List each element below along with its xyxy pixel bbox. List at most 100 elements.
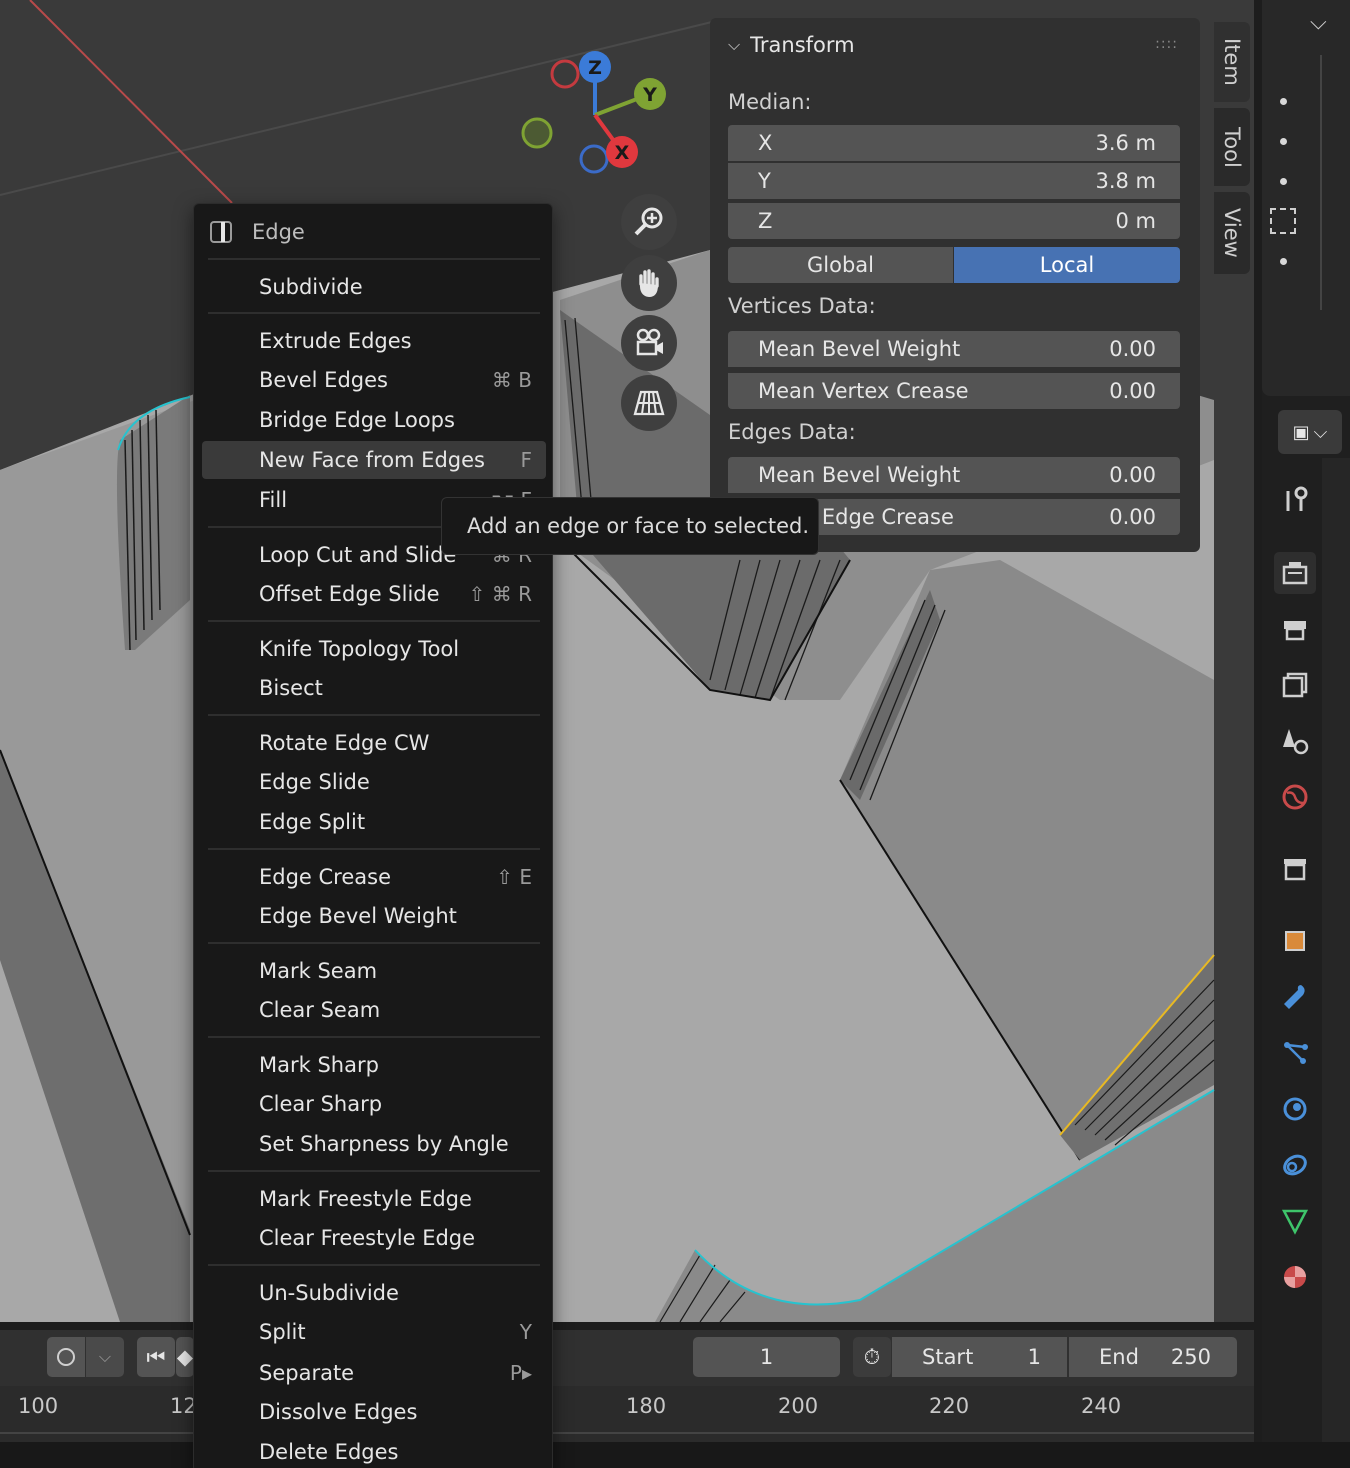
menu-item-shortcut: ⌘ B <box>491 368 532 392</box>
ruler-tick-label: 200 <box>778 1394 819 1418</box>
menu-item-mark-seam[interactable]: Mark Seam <box>202 952 546 990</box>
menu-separator <box>208 620 540 622</box>
tab-label: Tool <box>1220 126 1244 168</box>
field-label: Mean Bevel Weight <box>758 463 961 487</box>
edge-icon <box>210 221 232 243</box>
menu-item-label: Delete Edges <box>259 1440 399 1464</box>
jump-start-icon[interactable]: ⏮ <box>137 1337 175 1377</box>
median-x-field[interactable]: X 3.6 m <box>728 125 1180 161</box>
pan-hand-icon[interactable] <box>621 255 677 311</box>
menu-item-shortcut: F <box>520 448 532 472</box>
field-label: End <box>1099 1345 1139 1369</box>
menu-item-offset-edge-slide[interactable]: Offset Edge Slide ⇧ ⌘ R <box>202 575 546 613</box>
menu-item-new-face-from-edges[interactable]: New Face from Edges F <box>202 441 546 479</box>
menu-item-label: Rotate Edge CW <box>259 731 430 755</box>
menu-item-separate[interactable]: Separate P▸ <box>202 1354 546 1392</box>
menu-item-label: Dissolve Edges <box>259 1400 418 1424</box>
stopwatch-icon[interactable]: ⏱ <box>853 1337 891 1377</box>
object-icon[interactable] <box>1274 920 1316 962</box>
field-value: 1 <box>1027 1345 1041 1369</box>
mesh-select-icon[interactable] <box>1270 208 1296 234</box>
end-frame-field[interactable]: End 250 <box>1069 1337 1237 1377</box>
menu-item-knife-topology-tool[interactable]: Knife Topology Tool <box>202 630 546 668</box>
chevron-down-icon[interactable]: ⌵ <box>1310 10 1327 35</box>
constraint-icon[interactable] <box>1274 1144 1316 1186</box>
transform-panel-header[interactable]: ⌵ Transform <box>728 28 855 62</box>
vertex-mean-crease-field[interactable]: Mean Vertex Crease 0.00 <box>728 373 1180 409</box>
vertices-data-label: Vertices Data: <box>728 294 876 318</box>
tab-tool[interactable]: Tool <box>1214 108 1250 186</box>
properties-scroll-area[interactable] <box>1322 458 1350 1442</box>
menu-item-extrude-edges[interactable]: Extrude Edges <box>202 322 546 360</box>
menu-item-bisect[interactable]: Bisect <box>202 669 546 707</box>
navigation-gizmo[interactable]: Z Y X <box>510 40 680 190</box>
menu-item-label: Clear Seam <box>259 998 381 1022</box>
tab-view[interactable]: View <box>1214 192 1250 274</box>
menu-separator <box>208 312 540 314</box>
global-toggle-button[interactable]: Global <box>728 247 953 283</box>
collection-icon[interactable] <box>1274 848 1316 890</box>
render-icon[interactable] <box>1274 552 1316 594</box>
outliner-area <box>1262 0 1350 396</box>
material-icon[interactable] <box>1274 1256 1316 1298</box>
menu-item-label: Bevel Edges <box>259 368 388 392</box>
field-value: 3.6 m <box>1095 131 1156 155</box>
chevron-down-icon[interactable]: ⌵ <box>86 1337 124 1377</box>
tool-icon[interactable] <box>1274 480 1316 522</box>
field-label: Mean Vertex Crease <box>758 379 969 403</box>
menu-item-edge-bevel-weight[interactable]: Edge Bevel Weight <box>202 897 546 935</box>
mesh-data-icon[interactable] <box>1274 1200 1316 1242</box>
median-label: Median: <box>728 90 812 114</box>
menu-item-clear-seam[interactable]: Clear Seam <box>202 991 546 1029</box>
menu-item-subdivide[interactable]: Subdivide <box>202 268 546 306</box>
drag-handle-icon[interactable]: :::: <box>1155 36 1178 52</box>
field-value: 0 m <box>1115 209 1157 233</box>
outliner-scrollbar[interactable] <box>1320 55 1322 310</box>
tab-item[interactable]: Item <box>1214 22 1250 102</box>
editor-type-dropdown[interactable]: ▣ ⌵ <box>1278 410 1342 454</box>
physics-icon[interactable] <box>1274 1088 1316 1130</box>
current-frame-field[interactable]: 1 <box>693 1337 840 1377</box>
modifier-wrench-icon[interactable] <box>1274 976 1316 1018</box>
particles-icon[interactable] <box>1274 1032 1316 1074</box>
view-layer-icon[interactable] <box>1274 664 1316 706</box>
menu-item-split[interactable]: Split Y <box>202 1313 546 1351</box>
menu-item-shortcut: ⇧ E <box>496 865 532 889</box>
world-icon[interactable] <box>1274 776 1316 818</box>
menu-item-clear-freestyle-edge[interactable]: Clear Freestyle Edge <box>202 1219 546 1257</box>
output-icon[interactable] <box>1274 608 1316 650</box>
edge-mean-bevel-weight-field[interactable]: Mean Bevel Weight 0.00 <box>728 457 1180 493</box>
menu-item-rotate-edge-cw[interactable]: Rotate Edge CW <box>202 724 546 762</box>
menu-item-edge-slide[interactable]: Edge Slide <box>202 763 546 801</box>
zoom-icon[interactable] <box>621 194 677 250</box>
scene-icon[interactable] <box>1274 720 1316 762</box>
menu-item-clear-sharp[interactable]: Clear Sharp <box>202 1085 546 1123</box>
camera-view-icon[interactable] <box>621 315 677 371</box>
record-circle-icon[interactable] <box>47 1337 85 1377</box>
menu-item-mark-freestyle-edge[interactable]: Mark Freestyle Edge <box>202 1180 546 1218</box>
vertex-mean-bevel-weight-field[interactable]: Mean Bevel Weight 0.00 <box>728 331 1180 367</box>
menu-item-edge-crease[interactable]: Edge Crease ⇧ E <box>202 858 546 896</box>
timeline-scrollbar[interactable] <box>0 1432 1254 1434</box>
local-toggle-button[interactable]: Local <box>954 247 1180 283</box>
menu-item-bridge-edge-loops[interactable]: Bridge Edge Loops <box>202 401 546 439</box>
menu-separator <box>208 1036 540 1038</box>
menu-item-mark-sharp[interactable]: Mark Sharp <box>202 1046 546 1084</box>
menu-item-bevel-edges[interactable]: Bevel Edges ⌘ B <box>202 361 546 399</box>
tooltip: Add an edge or face to selected. <box>441 497 819 555</box>
prev-keyframe-icon[interactable]: ◆ <box>176 1337 194 1377</box>
median-z-field[interactable]: Z 0 m <box>728 203 1180 239</box>
menu-item-un-subdivide[interactable]: Un-Subdivide <box>202 1274 546 1312</box>
menu-item-label: Knife Topology Tool <box>259 637 460 661</box>
menu-item-dissolve-edges[interactable]: Dissolve Edges <box>202 1393 546 1431</box>
gizmo-y-label: Y <box>642 84 657 106</box>
perspective-grid-icon[interactable] <box>621 375 677 431</box>
tab-label: Item <box>1220 38 1244 86</box>
field-value: 3.8 m <box>1095 169 1156 193</box>
start-frame-field[interactable]: Start 1 <box>892 1337 1067 1377</box>
menu-item-delete-edges[interactable]: Delete Edges <box>202 1433 546 1468</box>
median-y-field[interactable]: Y 3.8 m <box>728 163 1180 199</box>
menu-item-edge-split[interactable]: Edge Split <box>202 803 546 841</box>
menu-item-label: New Face from Edges <box>259 448 485 472</box>
menu-item-set-sharpness-by-angle[interactable]: Set Sharpness by Angle <box>202 1125 546 1163</box>
